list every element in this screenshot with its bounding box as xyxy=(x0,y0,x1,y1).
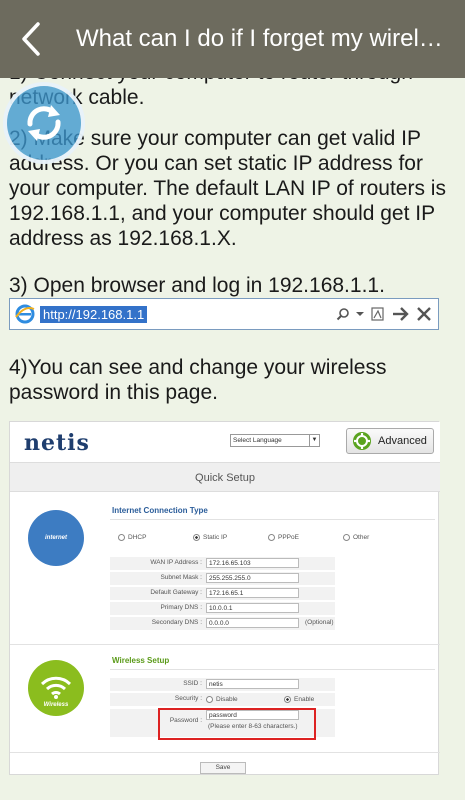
field-value: 172.16.65.1 xyxy=(206,588,299,598)
field-default-gateway: Default Gateway : 172.16.65.1 xyxy=(110,587,335,600)
back-button[interactable] xyxy=(0,0,62,78)
field-value: 0.0.0.0 xyxy=(206,618,299,628)
address-bar-tools xyxy=(336,306,438,322)
internet-cloud-icon: internet xyxy=(28,510,84,566)
wireless-wifi-icon: Wireless xyxy=(28,660,84,716)
field-value: netis xyxy=(206,679,299,689)
app-header: What can I do if I forget my wireless pa… xyxy=(0,0,465,78)
password-highlight-box xyxy=(158,708,316,740)
section-divider xyxy=(10,752,440,753)
radio-circle xyxy=(284,696,291,703)
gear-icon xyxy=(353,432,371,450)
save-button: Save xyxy=(200,762,246,774)
field-label: Primary DNS : xyxy=(160,604,202,611)
field-value: 10.0.0.1 xyxy=(206,603,299,613)
refresh-button[interactable] xyxy=(3,82,85,164)
field-ssid: SSID : netis xyxy=(110,678,335,691)
radio-circle xyxy=(343,534,350,541)
radio-security-enable: Enable xyxy=(284,696,314,703)
field-label: Secondary DNS : xyxy=(151,619,202,626)
radio-security-disable: Disable xyxy=(206,696,238,703)
language-select: Select Language ▼ xyxy=(230,434,320,447)
section-divider xyxy=(110,669,435,670)
url-text: http://192.168.1.1 xyxy=(40,305,148,323)
internet-icon-label: internet xyxy=(44,535,67,541)
wireless-icon-label: Wireless xyxy=(44,702,69,708)
advanced-label: Advanced xyxy=(378,435,427,447)
radio-circle xyxy=(206,696,213,703)
field-value: 172.16.65.103 xyxy=(206,558,299,568)
radio-other: Other xyxy=(343,534,369,541)
search-icon xyxy=(336,308,349,321)
internet-explorer-icon xyxy=(15,304,35,324)
chevron-left-icon xyxy=(22,22,40,56)
refresh-icon xyxy=(27,105,61,141)
field-label: Security : xyxy=(174,695,202,702)
radio-label: Static IP xyxy=(203,534,228,541)
radio-static-ip: Static IP xyxy=(193,534,227,541)
dropdown-icon xyxy=(356,312,364,316)
field-label: Subnet Mask : xyxy=(160,574,202,581)
language-select-label: Select Language xyxy=(233,437,282,444)
advanced-button: Advanced xyxy=(346,428,434,454)
router-topbar: netis Select Language ▼ Advanced xyxy=(10,422,440,462)
step-3-text: 3) Open browser and log in 192.168.1.1. xyxy=(9,274,385,297)
radio-label: DHCP xyxy=(128,534,147,541)
radio-pppoe: PPPoE xyxy=(268,534,299,541)
radio-label: Other xyxy=(353,534,370,541)
step-4-text: 4)You can see and change your wireless p… xyxy=(9,356,387,404)
radio-label: Enable xyxy=(294,696,315,703)
wifi-icon: Wireless xyxy=(40,676,72,708)
field-secondary-dns: Secondary DNS : 0.0.0.0 (Optional) xyxy=(110,617,335,630)
field-label: WAN IP Address : xyxy=(150,559,202,566)
radio-circle xyxy=(268,534,275,541)
field-subnet-mask: Subnet Mask : 255.255.255.0 xyxy=(110,572,335,585)
router-admin-screenshot: netis Select Language ▼ Advanced Quick S… xyxy=(9,421,440,775)
quick-setup-title: Quick Setup xyxy=(10,462,440,492)
field-value: 255.255.255.0 xyxy=(206,573,299,583)
compatibility-view-icon xyxy=(371,307,384,321)
radio-circle xyxy=(193,534,200,541)
radio-label: PPPoE xyxy=(278,534,299,541)
wireless-section-title: Wireless Setup xyxy=(112,656,170,665)
go-arrow-icon xyxy=(393,307,409,321)
radio-dhcp: DHCP xyxy=(118,534,146,541)
radio-circle xyxy=(118,534,125,541)
internet-section-title: Internet Connection Type xyxy=(112,506,208,515)
page-title: What can I do if I forget my wireless pa… xyxy=(76,25,452,52)
field-wan-ip: WAN IP Address : 172.16.65.103 xyxy=(110,557,335,570)
field-label: SSID : xyxy=(183,680,202,687)
browser-address-bar: http://192.168.1.1 xyxy=(9,298,439,330)
radio-label: Disable xyxy=(216,696,238,703)
optional-note: (Optional) xyxy=(305,619,334,626)
netis-logo: netis xyxy=(24,430,90,456)
field-primary-dns: Primary DNS : 10.0.0.1 xyxy=(110,602,335,615)
section-divider xyxy=(110,519,435,520)
stop-icon xyxy=(417,307,431,321)
field-security: Security : Disable Enable xyxy=(110,693,335,706)
chevron-down-icon: ▼ xyxy=(309,435,319,446)
section-divider xyxy=(10,644,440,645)
field-label: Default Gateway : xyxy=(150,589,202,596)
